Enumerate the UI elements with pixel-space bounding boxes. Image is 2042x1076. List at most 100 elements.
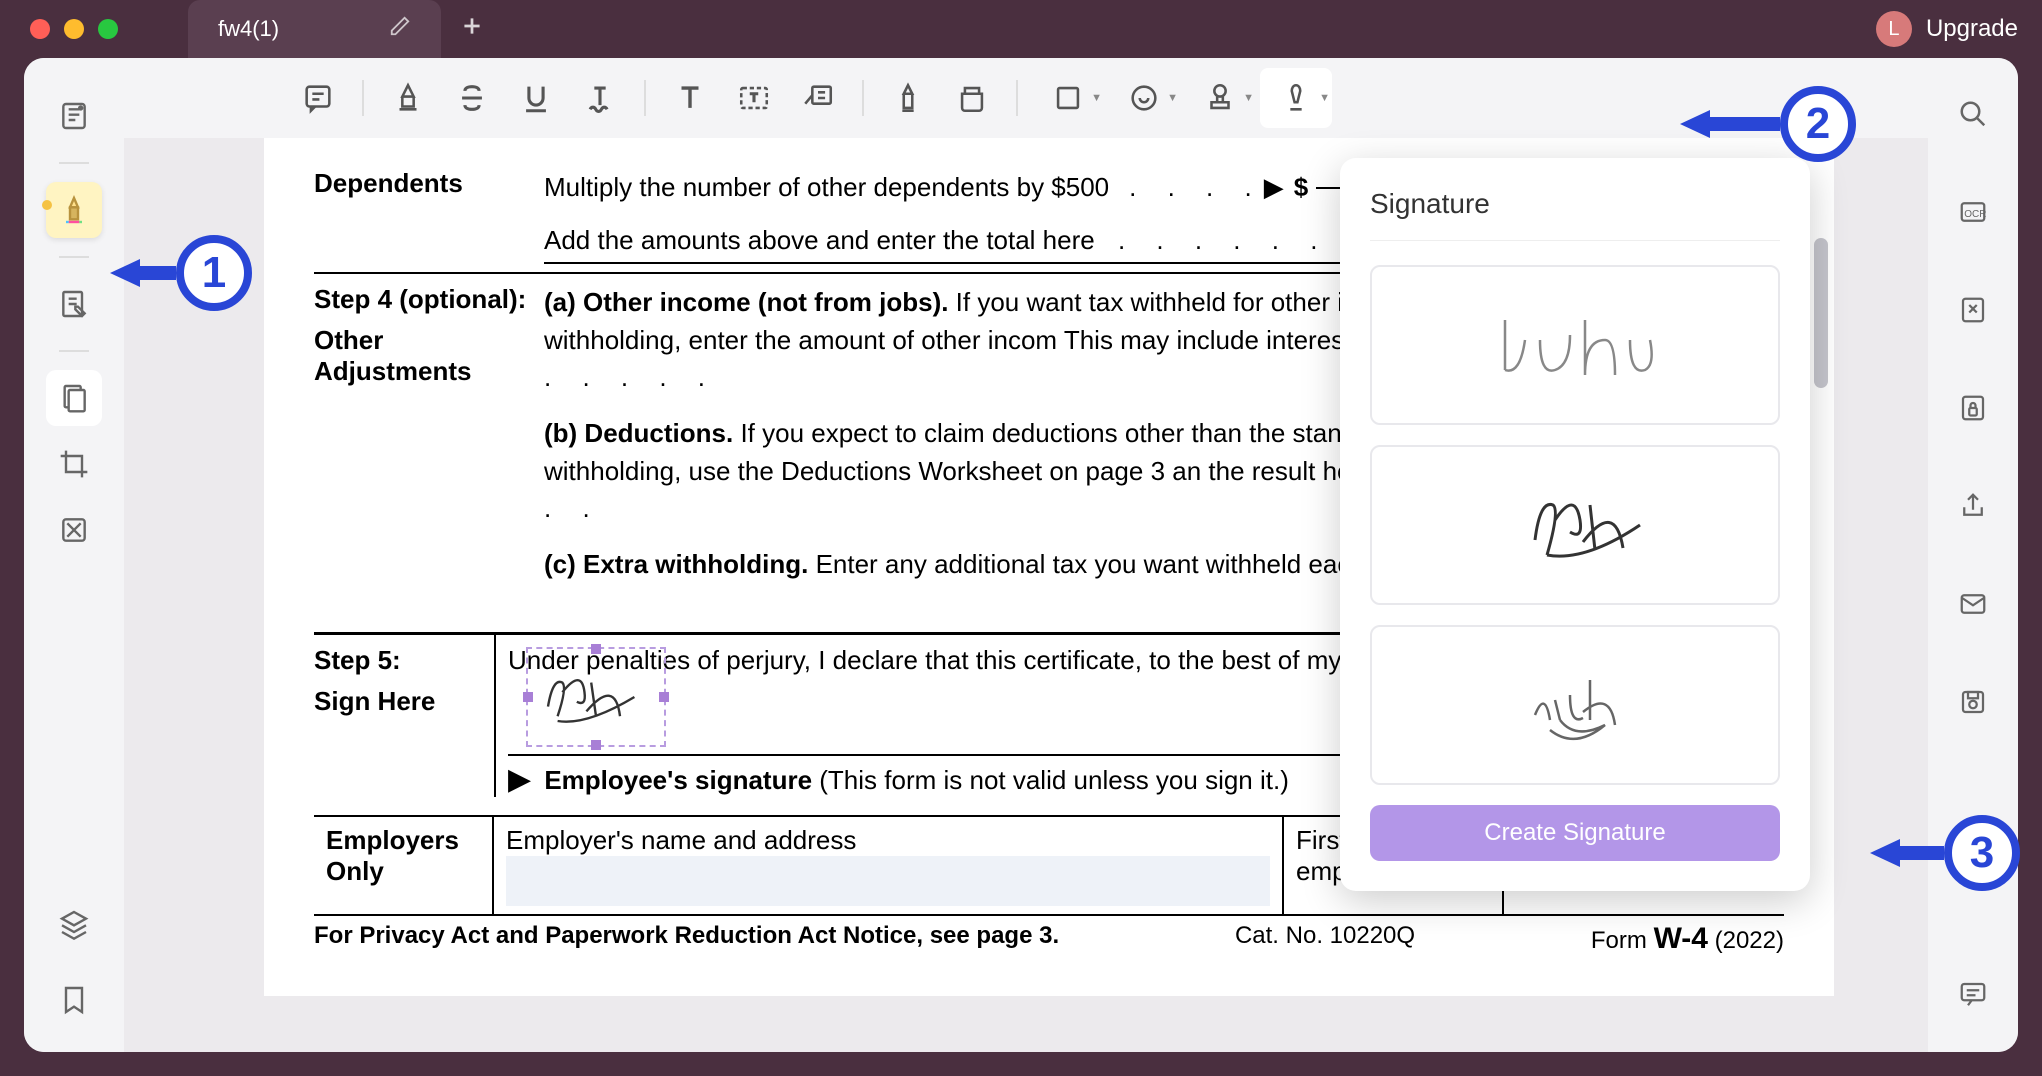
caret-down-icon: ▼ [1319,92,1330,104]
ocr-button[interactable]: OCR [1945,184,2001,240]
crop-button[interactable] [46,436,102,492]
form-name: W-4 [1654,922,1708,955]
divider [644,80,646,116]
emp-sig-text: (This form is not valid unless you sign … [812,765,1289,795]
item-label: (c) Extra withholding. [544,549,808,579]
right-sidebar: OCR [1928,58,2018,1052]
maximize-window-button[interactable] [98,19,118,39]
edit-text-button[interactable] [46,276,102,332]
save-button[interactable] [1945,674,2001,730]
minimize-window-button[interactable] [64,19,84,39]
section-heading: Dependents [314,168,544,264]
popover-title: Signature [1370,188,1780,220]
divider [1370,240,1780,241]
user-avatar[interactable]: L [1876,11,1912,47]
close-window-button[interactable] [30,19,50,39]
divider [59,256,89,258]
signature-tool[interactable]: ▼ [1260,68,1332,128]
signature-mark [528,649,664,745]
divider [59,162,89,164]
caret-down-icon: ▼ [1091,92,1102,104]
svg-text:OCR: OCR [1964,209,1986,220]
scrollbar[interactable] [1814,158,1828,1022]
shape-tool[interactable]: ▼ [1032,68,1104,128]
tab-title: fw4(1) [218,16,279,42]
squiggly-tool[interactable] [570,68,630,128]
cat-no: Cat. No. 10220Q [1235,922,1415,956]
left-sidebar [24,58,124,1052]
page-edit-button[interactable] [46,370,102,426]
lock-button[interactable] [1945,380,2001,436]
divider [362,80,364,116]
emp-sig-label: Employee's signature [544,765,812,795]
callout-badge: 2 [1780,86,1856,162]
annotation-toolbar: ▼ ▼ ▼ ▼ [124,58,1928,138]
main-area: ▼ ▼ ▼ ▼ Dependents Multip [124,58,1928,1052]
pencil-tool[interactable] [878,68,938,128]
step5-title: Step 5: [314,645,494,676]
resize-handle[interactable] [591,740,601,750]
emp-name-label: Employer's name and address [506,825,856,855]
stamp-tool[interactable]: ▼ [1184,68,1256,128]
upgrade-link[interactable]: Upgrade [1926,15,2018,43]
callout-1: 1 [110,235,252,311]
email-button[interactable] [1945,576,2001,632]
strikethrough-tool[interactable] [442,68,502,128]
text-tool[interactable] [660,68,720,128]
document-tab[interactable]: fw4(1) [188,0,441,58]
underline-tool[interactable] [506,68,566,128]
left-rail-bottom [46,896,102,1028]
signature-option-3[interactable] [1370,625,1780,785]
resize-handle[interactable] [591,644,601,654]
divider [1016,80,1018,116]
signature-option-1[interactable] [1370,265,1780,425]
callout-tool[interactable] [788,68,848,128]
create-signature-button[interactable]: Create Signature [1370,805,1780,861]
reader-mode-button[interactable] [46,88,102,144]
eraser-tool[interactable] [942,68,1002,128]
resize-handle[interactable] [659,692,669,702]
annotation-indicator-dot [42,200,52,210]
employers-only-label: Employers Only [326,825,459,886]
app-body: ▼ ▼ ▼ ▼ Dependents Multip [24,58,2018,1052]
traffic-lights [0,19,118,39]
step-subtitle: Other Adjustments [314,325,544,387]
link-tool[interactable]: ▼ [1108,68,1180,128]
textbox-tool[interactable] [724,68,784,128]
resize-handle[interactable] [523,692,533,702]
note-tool[interactable] [288,68,348,128]
convert-button[interactable] [1945,282,2001,338]
annotate-button[interactable] [46,182,102,238]
form-text: Enter any additional tax you want withhe… [808,549,1372,579]
bookmark-button[interactable] [46,972,102,1028]
new-tab-button[interactable] [441,13,503,46]
comments-button[interactable] [1945,966,2001,1022]
edit-tab-icon[interactable] [389,15,411,43]
search-button[interactable] [1945,86,2001,142]
callout-3: 3 [1870,815,2020,891]
privacy-notice: For Privacy Act and Paperwork Reduction … [314,922,1059,956]
employer-name-input[interactable] [506,856,1270,906]
redact-button[interactable] [46,502,102,558]
triangle-icon: ▶ [1264,168,1284,207]
callout-badge: 3 [1944,815,2020,891]
placed-signature[interactable] [526,647,666,747]
highlight-tool[interactable] [378,68,438,128]
layers-button[interactable] [46,896,102,952]
step-title: Step 4 (optional): [314,284,544,315]
form-year: (2022) [1708,927,1784,954]
form-text: Add the amounts above and enter the tota… [544,225,1095,255]
caret-down-icon: ▼ [1167,92,1178,104]
share-button[interactable] [1945,478,2001,534]
item-label: (b) Deductions. [544,418,733,448]
scrollbar-thumb[interactable] [1814,238,1828,388]
form-name-prefix: Form [1591,927,1654,954]
divider [862,80,864,116]
dollar-label: $ [1294,168,1308,207]
signature-option-2[interactable] [1370,445,1780,605]
callout-badge: 1 [176,235,252,311]
form-text: Multiply the number of other dependents … [544,168,1109,207]
upgrade-area: L Upgrade [1876,11,2018,47]
caret-down-icon: ▼ [1243,92,1254,104]
divider [59,350,89,352]
